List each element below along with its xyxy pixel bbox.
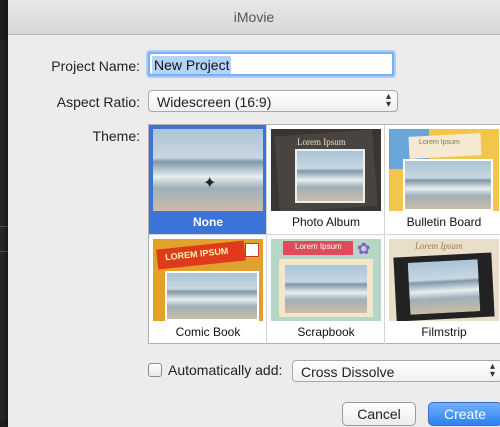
title-bar: iMovie bbox=[8, 0, 500, 35]
theme-caption: Photo Album bbox=[291, 215, 361, 229]
theme-tile-scrapbook[interactable]: Lorem Ipsum ✿ Scrapbook bbox=[267, 235, 385, 345]
theme-thumbnail: Lorem Ipsum bbox=[389, 239, 499, 321]
auto-add-checkbox[interactable] bbox=[148, 363, 162, 377]
theme-tile-comic-book[interactable]: LOREM IPSUM Comic Book bbox=[149, 235, 267, 345]
overlay-text: Lorem Ipsum bbox=[415, 241, 463, 251]
auto-add-label: Automatically add: bbox=[168, 362, 283, 378]
overlay-text: Lorem Ipsum bbox=[295, 242, 342, 251]
overlay-text: Lorem Ipsum bbox=[297, 137, 346, 147]
project-name-label: Project Name: bbox=[51, 58, 140, 74]
theme-tile-photo-album[interactable]: Lorem Ipsum Photo Album bbox=[267, 125, 385, 235]
transition-value: Cross Dissolve bbox=[301, 364, 395, 380]
theme-thumbnail: ✦ bbox=[153, 129, 263, 211]
theme-thumbnail: Lorem Ipsum bbox=[389, 129, 499, 211]
new-project-sheet: iMovie Project Name: New Project Aspect … bbox=[8, 0, 500, 427]
window-title: iMovie bbox=[233, 9, 275, 25]
theme-tile-none[interactable]: ✦ None bbox=[149, 125, 267, 235]
theme-grid: ✦ None Lorem Ipsum Photo Album Lorem Ips… bbox=[148, 124, 500, 345]
create-button[interactable]: Create bbox=[428, 402, 500, 426]
aspect-ratio-label: Aspect Ratio: bbox=[56, 94, 140, 110]
theme-thumbnail: Lorem Ipsum ✿ bbox=[271, 239, 381, 321]
surfer-figure: ✦ bbox=[203, 175, 217, 192]
theme-tile-bulletin-board[interactable]: Lorem Ipsum Bulletin Board bbox=[385, 125, 500, 235]
theme-caption: Comic Book bbox=[175, 325, 241, 339]
overlay-text: Lorem Ipsum bbox=[419, 139, 460, 146]
cancel-button[interactable]: Cancel bbox=[342, 402, 416, 426]
aspect-ratio-select[interactable]: Widescreen (16:9) ▴ ▾ bbox=[148, 90, 398, 112]
transition-select[interactable]: Cross Dissolve ▴ ▾ bbox=[292, 360, 500, 382]
theme-caption: Bulletin Board bbox=[406, 215, 482, 229]
theme-thumbnail: LOREM IPSUM bbox=[153, 239, 263, 321]
theme-caption: Filmstrip bbox=[421, 325, 467, 339]
updown-arrows-icon: ▴ ▾ bbox=[489, 361, 495, 380]
theme-label: Theme: bbox=[92, 128, 140, 144]
aspect-ratio-value: Widescreen (16:9) bbox=[157, 94, 272, 110]
flower-icon: ✿ bbox=[357, 241, 371, 258]
theme-caption: Scrapbook bbox=[297, 325, 355, 339]
theme-thumbnail: Lorem Ipsum bbox=[271, 129, 381, 211]
theme-tile-filmstrip[interactable]: Lorem Ipsum Filmstrip bbox=[385, 235, 500, 345]
updown-arrows-icon: ▴ ▾ bbox=[385, 91, 391, 110]
project-name-field[interactable]: New Project bbox=[148, 52, 394, 76]
theme-caption: None bbox=[193, 215, 223, 229]
project-name-value: New Project bbox=[152, 56, 232, 74]
